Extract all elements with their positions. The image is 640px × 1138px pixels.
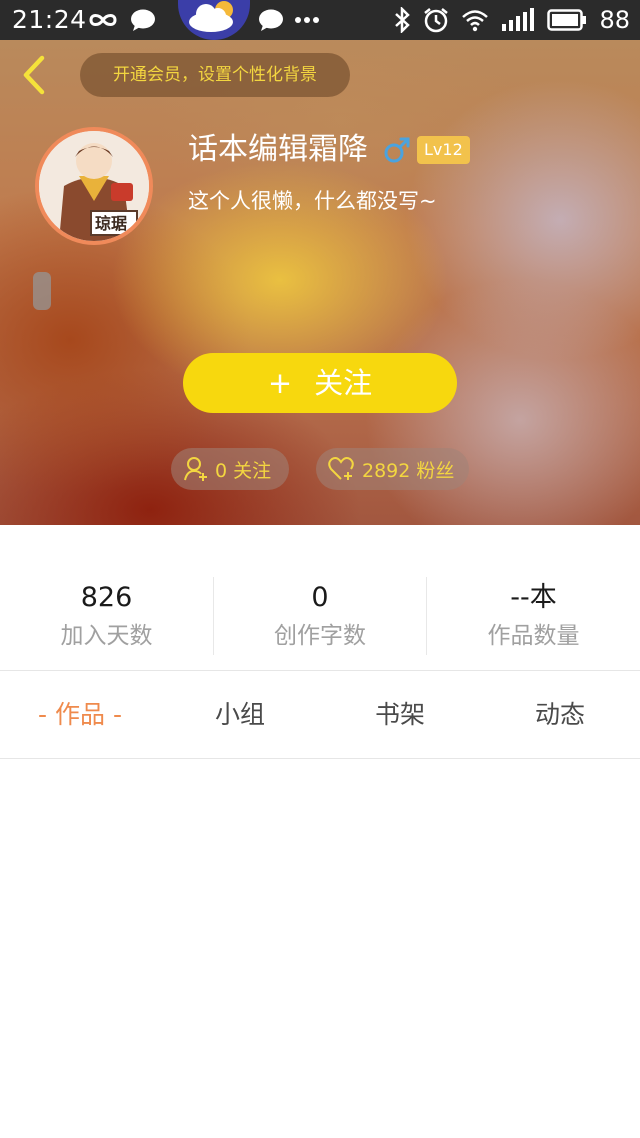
stat-works-count: --本 作品数量 [426, 577, 640, 655]
level-badge: Lv12 [417, 136, 470, 164]
tab-bookshelf[interactable]: 书架 [320, 671, 480, 759]
svg-text:琼琚: 琼琚 [95, 214, 127, 233]
stat-label: 创作字数 [274, 623, 366, 649]
alarm-clock-icon [424, 8, 449, 33]
stat-words-written: 0 创作字数 [213, 577, 426, 655]
follow-button-label: 关注 [314, 366, 373, 400]
stat-days-joined: 826 加入天数 [0, 577, 213, 655]
fans-count-label: 2892 粉丝 [362, 459, 455, 482]
status-left-icons-2 [258, 6, 320, 34]
following-count-button[interactable]: 0 关注 [171, 448, 289, 490]
drag-handle[interactable] [33, 272, 51, 310]
back-arrow-icon [23, 55, 45, 95]
tab-content-area [0, 760, 640, 1138]
profile-header: 开通会员，设置个性化背景 琼琚 话本编辑霜降 Lv12 这个人很懒，什么都没写~… [0, 40, 640, 525]
following-count-label: 0 关注 [215, 459, 272, 482]
status-bar: 21:24 88 [0, 0, 640, 40]
follow-button[interactable]: + 关注 [183, 353, 457, 413]
avatar-illustration-icon: 琼琚 [39, 131, 149, 241]
profile-page: 21:24 88 开通会员，设置个性化背景 琼琚 话本编辑霜降 Lv12 这个人… [0, 0, 640, 1138]
stat-value: 826 [80, 582, 133, 613]
stat-label: 作品数量 [487, 623, 580, 649]
battery-icon [547, 9, 587, 31]
tab-groups[interactable]: 小组 [160, 671, 320, 759]
male-gender-icon [384, 137, 410, 163]
fans-count-button[interactable]: 2892 粉丝 [316, 448, 469, 490]
avatar[interactable]: 琼琚 [35, 127, 153, 245]
status-right-icons: 88 [393, 4, 630, 36]
status-time: 21:24 [12, 5, 87, 34]
infinity-icon [89, 14, 117, 26]
stat-value: 0 [311, 582, 329, 613]
back-button[interactable] [12, 50, 56, 100]
bluetooth-icon [395, 7, 411, 33]
weather-badge [178, 0, 250, 40]
heart-add-icon [328, 457, 354, 480]
weather-cloud-icon [189, 1, 233, 32]
stat-value: --本 [510, 582, 557, 613]
stats-row: 826 加入天数 0 创作字数 --本 作品数量 [0, 525, 640, 671]
person-add-icon [184, 457, 207, 481]
vip-banner-button[interactable]: 开通会员，设置个性化背景 [80, 53, 350, 97]
profile-tabs: - 作品 - 小组 书架 动态 [0, 671, 640, 759]
chat-bubble-icon [131, 9, 155, 31]
chat-bubble-icon [259, 9, 283, 31]
tab-works[interactable]: - 作品 - [0, 671, 160, 759]
plus-icon: + [267, 366, 293, 400]
tab-activity[interactable]: 动态 [480, 671, 640, 759]
user-bio: 这个人很懒，什么都没写~ [188, 189, 437, 213]
signal-icon [502, 8, 535, 31]
more-dots-icon [295, 17, 319, 23]
username: 话本编辑霜降 [188, 132, 368, 167]
wifi-icon [462, 10, 489, 32]
stat-label: 加入天数 [60, 623, 153, 649]
battery-percent: 88 [599, 6, 630, 34]
status-left-icons [86, 6, 156, 34]
